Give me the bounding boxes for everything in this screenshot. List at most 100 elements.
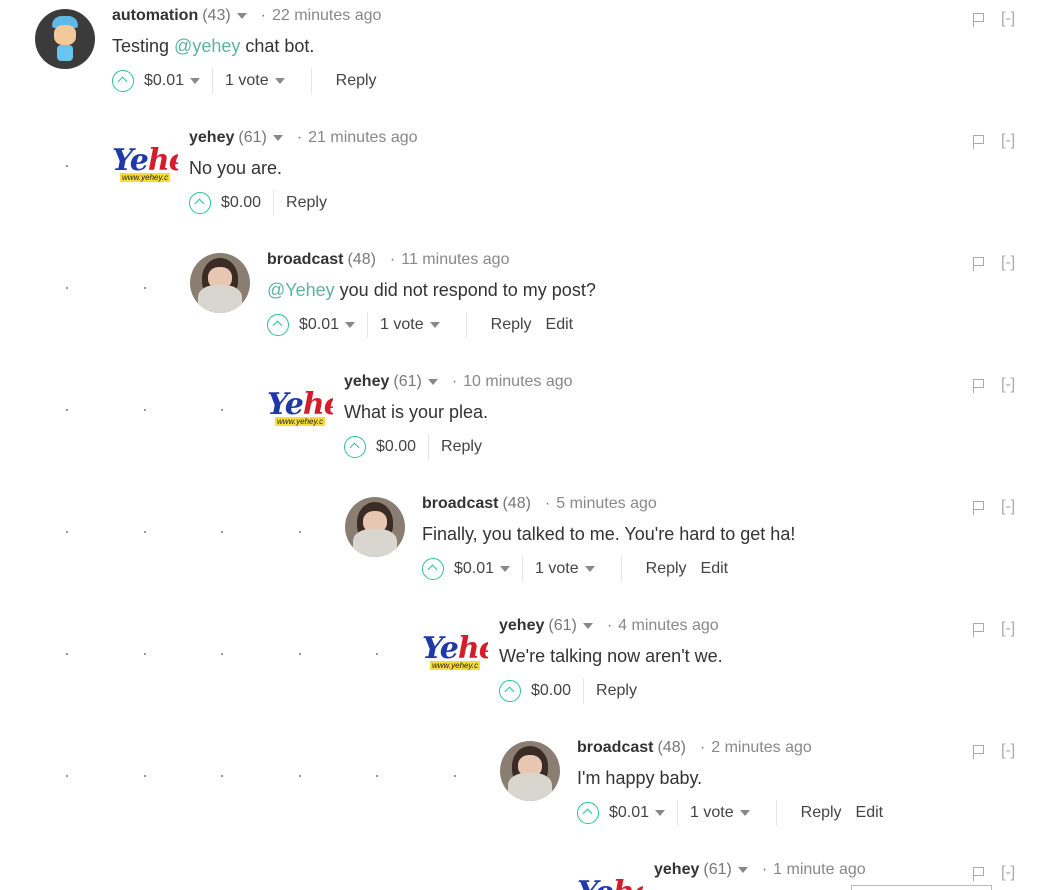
vote-count: 1 vote [535,560,579,577]
author-menu-caret-icon[interactable] [272,135,283,141]
payout-dropdown[interactable]: $0.01 [144,72,201,90]
reply-link[interactable]: Reply [491,316,532,334]
partial-popup [851,885,992,890]
upvote-icon[interactable] [499,680,521,702]
reply-link[interactable]: Reply [441,438,482,456]
footer-divider [620,556,622,582]
upvote-icon[interactable] [267,314,289,336]
comment-timestamp[interactable]: 1 minute ago [773,861,866,879]
payout-dropdown[interactable]: $0.00 [376,438,416,456]
collapse-toggle[interactable]: [-] [1001,498,1015,516]
comment-footer: $0.01 1 vote Reply [112,68,812,94]
comment-header: yehey (61) · 21 minutes ago [189,127,889,149]
author-name[interactable]: broadcast [267,251,343,269]
upvote-icon[interactable] [189,192,211,214]
author-menu-caret-icon[interactable] [737,867,748,873]
comment-timestamp[interactable]: 4 minutes ago [618,617,719,635]
author-name[interactable]: yehey [344,373,389,391]
payout-dropdown[interactable]: $0.01 [299,316,356,334]
author-name[interactable]: broadcast [577,739,653,757]
voters-dropdown[interactable]: 1 vote [380,316,440,334]
payout-dropdown[interactable]: $0.00 [531,682,571,700]
comment-timestamp[interactable]: 5 minutes ago [556,495,657,513]
comment-text-part: you did not respond to my post? [334,280,596,300]
payout-value: $0.01 [609,804,650,821]
collapse-toggle[interactable]: [-] [1001,620,1015,638]
voters-dropdown[interactable]: 1 vote [225,72,285,90]
header-separator: · [296,129,303,146]
user-mention-link[interactable]: @Yehey [267,280,335,300]
votes-caret-icon [584,566,595,572]
collapse-toggle[interactable]: [-] [1001,864,1015,882]
votes-caret-icon [429,322,440,328]
author-name[interactable]: yehey [189,129,234,147]
voters-dropdown[interactable]: 1 vote [690,804,750,822]
flag-icon[interactable] [971,378,987,394]
payout-dropdown[interactable]: $0.01 [454,560,511,578]
flag-icon[interactable] [971,12,987,28]
vote-count: 1 vote [380,316,424,333]
upvote-icon[interactable] [422,558,444,580]
flag-icon[interactable] [971,134,987,150]
upvote-icon[interactable] [577,802,599,824]
collapse-toggle[interactable]: [-] [1001,132,1015,150]
avatar-sweater [508,773,552,801]
flag-icon[interactable] [971,866,987,882]
yehey-logo-url: www.yehey.c [275,417,326,426]
author-name[interactable]: broadcast [422,495,498,513]
avatar[interactable] [500,741,560,801]
author-reputation: (48) [347,251,376,268]
author-name[interactable]: automation [112,7,198,25]
avatar[interactable] [190,253,250,313]
upvote-icon[interactable] [344,436,366,458]
voters-dropdown[interactable]: 1 vote [535,560,595,578]
user-mention-link[interactable]: @yehey [174,36,240,56]
author-name[interactable]: yehey [654,861,699,879]
reply-link[interactable]: Reply [336,72,377,90]
comment-timestamp[interactable]: 22 minutes ago [272,7,381,25]
payout-dropdown[interactable]: $0.01 [609,804,666,822]
avatar[interactable]: Yeheywww.yehey.c [422,619,488,679]
indent-guide-dot [221,653,223,655]
author-menu-caret-icon[interactable] [427,379,438,385]
flag-icon[interactable] [971,256,987,272]
comment-timestamp[interactable]: 10 minutes ago [463,373,572,391]
avatar[interactable] [35,9,95,69]
avatar[interactable]: Yeheywww.yehey.c [577,863,643,890]
author-menu-caret-icon[interactable] [582,623,593,629]
comment-footer: $0.01 1 vote Reply Edit [422,556,1054,582]
collapse-toggle[interactable]: [-] [1001,10,1015,28]
comment-timestamp[interactable]: 21 minutes ago [308,129,417,147]
collapse-toggle[interactable]: [-] [1001,742,1015,760]
payout-dropdown[interactable]: $0.00 [221,194,261,212]
upvote-icon[interactable] [112,70,134,92]
collapse-toggle[interactable]: [-] [1001,254,1015,272]
footer-divider [522,556,524,582]
avatar[interactable] [345,497,405,557]
reply-link[interactable]: Reply [596,682,637,700]
author-menu-caret-icon[interactable] [236,13,247,19]
indent-guide-dot [66,653,68,655]
yehey-logo-url: www.yehey.c [120,173,171,182]
comment-timestamp[interactable]: 2 minutes ago [711,739,812,757]
payout-value: $0.01 [454,560,495,577]
avatar[interactable]: Yeheywww.yehey.c [112,131,178,191]
header-separator: · [389,251,396,268]
edit-link[interactable]: Edit [856,804,884,822]
reply-link[interactable]: Reply [286,194,327,212]
reply-link[interactable]: Reply [646,560,687,578]
avatar[interactable]: Yeheywww.yehey.c [267,375,333,435]
edit-link[interactable]: Edit [546,316,574,334]
comment-text-part: chat bot. [240,36,315,56]
flag-icon[interactable] [971,622,987,638]
author-name[interactable]: yehey [499,617,544,635]
reply-link[interactable]: Reply [801,804,842,822]
header-separator: · [606,617,613,634]
flag-icon[interactable] [971,500,987,516]
collapse-toggle[interactable]: [-] [1001,376,1015,394]
flag-icon[interactable] [971,744,987,760]
edit-link[interactable]: Edit [701,560,729,578]
header-separator: · [761,861,768,878]
payout-caret-icon [190,78,201,84]
comment-timestamp[interactable]: 11 minutes ago [401,251,509,269]
